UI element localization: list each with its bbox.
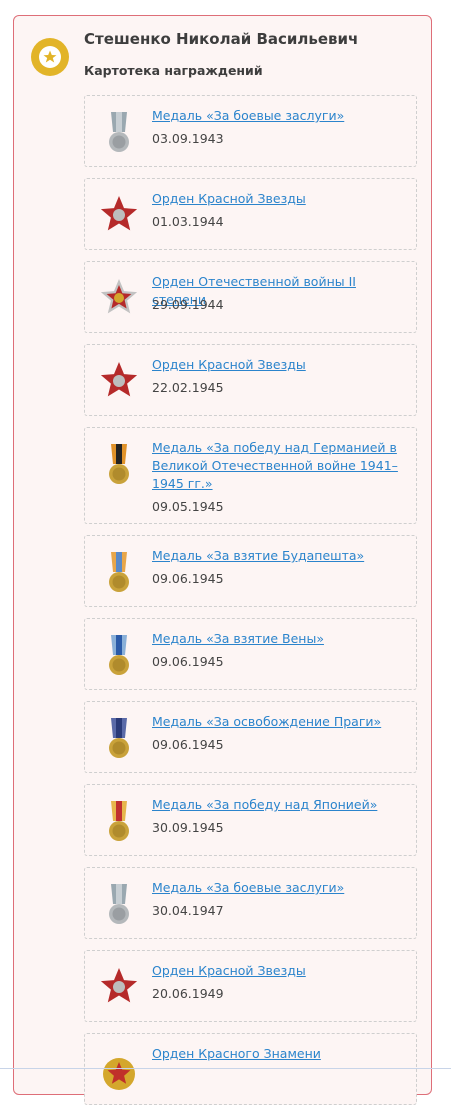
award-date: 03.09.1943 — [152, 131, 224, 146]
red-star-order-icon — [99, 963, 139, 1013]
budapest-medal-icon — [99, 548, 139, 598]
award-date: 09.06.1945 — [152, 737, 224, 752]
award-card: Орден Красной Звезды 01.03.1944 — [84, 178, 417, 250]
award-date: 09.06.1945 — [152, 654, 224, 669]
red-star-order-icon — [99, 191, 139, 241]
award-title-link[interactable]: Медаль «За взятие Вены» — [152, 630, 402, 648]
award-title-link[interactable]: Орден Красного Знамени — [152, 1045, 402, 1063]
award-date: 30.09.1945 — [152, 820, 224, 835]
award-title-link[interactable]: Орден Красной Звезды — [152, 356, 402, 374]
victory-japan-medal-icon — [99, 797, 139, 847]
award-card: Орден Отечественной войны II степени 29.0… — [84, 261, 417, 333]
award-date: 30.04.1947 — [152, 903, 224, 918]
vienna-medal-icon — [99, 631, 139, 681]
award-card: Орден Красной Звезды 22.02.1945 — [84, 344, 417, 416]
award-title-link[interactable]: Медаль «За победу над Японией» — [152, 796, 402, 814]
award-title-link[interactable]: Медаль «За взятие Будапешта» — [152, 547, 402, 565]
award-date: 09.06.1945 — [152, 571, 224, 586]
award-date: 22.02.1945 — [152, 380, 224, 395]
award-date: 09.05.1945 — [152, 499, 224, 514]
award-card: Медаль «За боевые заслуги» 03.09.1943 — [84, 95, 417, 167]
award-title-link[interactable]: Орден Красной Звезды — [152, 962, 402, 980]
red-banner-order-icon — [99, 1046, 139, 1096]
award-date: 20.06.1949 — [152, 986, 224, 1001]
award-card: Медаль «За взятие Вены» 09.06.1945 — [84, 618, 417, 690]
award-card: Медаль «За боевые заслуги» 30.04.1947 — [84, 867, 417, 939]
divider — [0, 1068, 451, 1069]
award-card: Орден Красной Звезды 20.06.1949 — [84, 950, 417, 1022]
award-card: Медаль «За победу над Германией в Велико… — [84, 427, 417, 524]
prague-medal-icon — [99, 714, 139, 764]
award-title-link[interactable]: Медаль «За боевые заслуги» — [152, 879, 402, 897]
medal-combat-merit-icon — [99, 108, 139, 158]
award-card: Медаль «За взятие Будапешта» 09.06.1945 — [84, 535, 417, 607]
award-date: 29.09.1944 — [152, 297, 224, 312]
section-title: Картотека награждений — [84, 63, 263, 78]
patriotic-war-order-icon — [99, 274, 139, 324]
award-title-link[interactable]: Медаль «За боевые заслуги» — [152, 107, 402, 125]
person-name: Стешенко Николай Васильевич — [84, 30, 359, 48]
red-star-order-icon — [99, 357, 139, 407]
award-title-link[interactable]: Медаль «За освобождение Праги» — [152, 713, 402, 731]
award-title-link[interactable]: Медаль «За победу над Германией в Велико… — [152, 439, 402, 493]
award-card: Орден Красного Знамени — [84, 1033, 417, 1105]
award-card: Медаль «За освобождение Праги» 09.06.1945 — [84, 701, 417, 773]
award-card: Медаль «За победу над Японией» 30.09.1945 — [84, 784, 417, 856]
award-badge-icon — [31, 38, 69, 76]
medal-combat-merit-icon — [99, 880, 139, 930]
award-date: 01.03.1944 — [152, 214, 224, 229]
victory-germany-medal-icon — [99, 440, 139, 490]
award-title-link[interactable]: Орден Красной Звезды — [152, 190, 402, 208]
